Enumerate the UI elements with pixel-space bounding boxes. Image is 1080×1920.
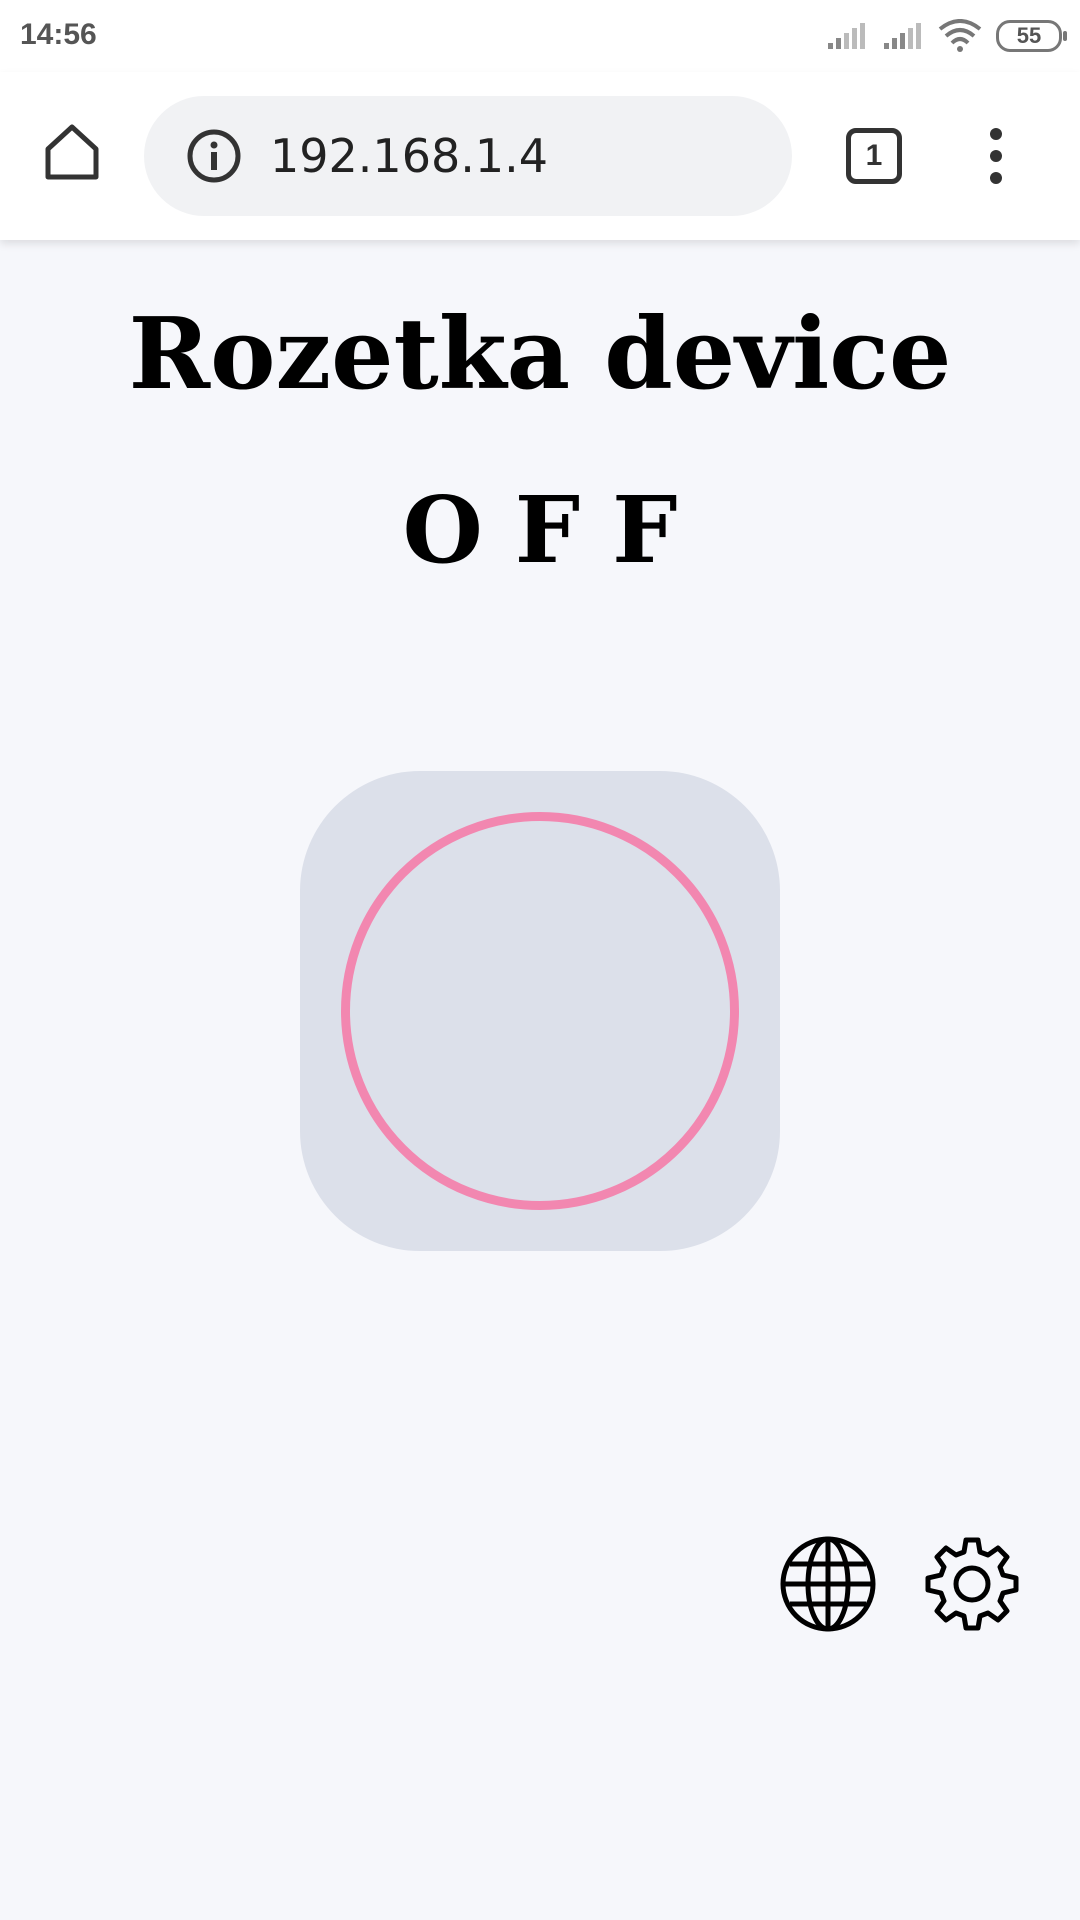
gear-icon bbox=[925, 1537, 1019, 1631]
status-icons: 55 bbox=[812, 16, 1067, 56]
globe-icon bbox=[780, 1536, 876, 1632]
home-icon bbox=[45, 124, 99, 180]
more-menu-button[interactable] bbox=[970, 128, 1022, 184]
more-icon-dot bbox=[990, 172, 1002, 184]
signal-icon bbox=[884, 23, 921, 49]
more-icon-dot bbox=[990, 128, 1002, 140]
battery-icon: 55 bbox=[996, 20, 1067, 52]
tab-count: 1 bbox=[865, 139, 883, 172]
tabs-button[interactable]: 1 bbox=[846, 128, 902, 184]
network-button[interactable] bbox=[778, 1534, 878, 1634]
url-text[interactable]: 192.168.1.4 bbox=[270, 128, 548, 184]
signal-icon bbox=[828, 23, 865, 49]
device-state: O F F bbox=[402, 476, 678, 584]
settings-button[interactable] bbox=[922, 1534, 1022, 1634]
page-title: Rozetka device bbox=[128, 297, 952, 412]
address-bar[interactable]: 192.168.1.4 bbox=[144, 96, 792, 216]
info-icon[interactable] bbox=[186, 128, 242, 184]
home-button[interactable] bbox=[36, 116, 108, 188]
more-icon-dot bbox=[990, 150, 1002, 162]
power-ring-icon bbox=[341, 812, 739, 1210]
status-time: 14:56 bbox=[20, 18, 97, 51]
browser-toolbar: 192.168.1.4 1 bbox=[0, 72, 1080, 240]
battery-level: 55 bbox=[1016, 23, 1042, 48]
power-toggle-button[interactable] bbox=[300, 771, 780, 1251]
wifi-icon bbox=[938, 19, 982, 52]
status-bar: 14:56 55 bbox=[0, 0, 1080, 72]
